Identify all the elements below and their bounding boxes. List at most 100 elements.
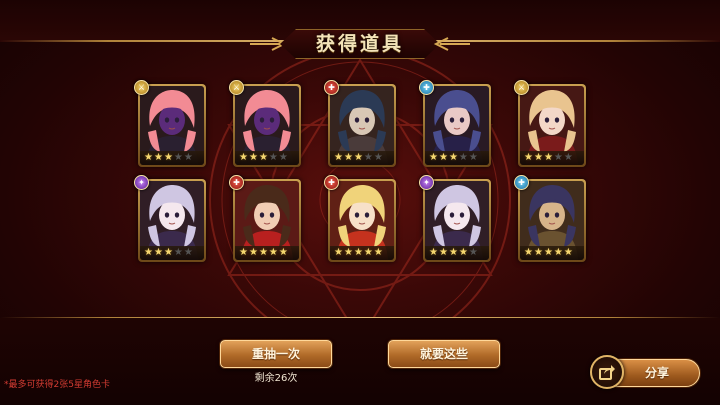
star-icon: ★ — [553, 152, 563, 163]
star-icon: ★ — [524, 152, 533, 163]
keep-button[interactable]: 就要这些 — [388, 340, 500, 368]
star-icon: ★ — [183, 247, 193, 258]
hero-card[interactable]: ★ ★ ★ ★ ★ ✚ — [419, 80, 491, 167]
card-frame: ★ ★ ★ ★ ★ — [425, 181, 489, 260]
hero-card[interactable]: ★ ★ ★ ★ ★ ⚔ — [134, 80, 206, 167]
card-frame: ★ ★ ★ ★ ★ — [235, 181, 299, 260]
star-icon: ★ — [438, 247, 448, 258]
hero-card[interactable]: ★ ★ ★ ★ ★ ✚ — [514, 175, 586, 262]
star-icon: ★ — [343, 247, 353, 258]
star-icon: ★ — [458, 152, 468, 163]
star-icon: ★ — [268, 152, 278, 163]
card-frame: ★ ★ ★ ★ ★ — [520, 181, 584, 260]
star-icon: ★ — [429, 247, 438, 258]
star-icon: ★ — [248, 247, 258, 258]
card-frame: ★ ★ ★ ★ ★ — [330, 181, 394, 260]
hero-card[interactable]: ★ ★ ★ ★ ★ ✚ — [324, 80, 396, 167]
star-icon: ★ — [363, 247, 373, 258]
card-frame: ★ ★ ★ ★ ★ — [520, 86, 584, 165]
share-icon — [590, 355, 624, 389]
star-icon: ★ — [533, 247, 543, 258]
star-icon: ★ — [373, 152, 383, 163]
star-icon: ★ — [144, 152, 153, 163]
star-icon: ★ — [533, 152, 543, 163]
star-icon: ★ — [334, 247, 343, 258]
star-icon: ★ — [353, 247, 363, 258]
star-icon: ★ — [163, 152, 173, 163]
star-icon: ★ — [563, 152, 573, 163]
star-icon: ★ — [268, 247, 278, 258]
star-icon: ★ — [448, 247, 458, 258]
star-icon: ★ — [258, 152, 268, 163]
card-frame: ★ ★ ★ ★ ★ — [330, 86, 394, 165]
hero-card[interactable]: ★ ★ ★ ★ ★ ⚔ — [514, 80, 586, 167]
five-star-note: *最多可获得2张5星角色卡 — [4, 380, 110, 390]
star-icon: ★ — [553, 247, 563, 258]
star-icon: ★ — [334, 152, 343, 163]
card-frame: ★ ★ ★ ★ ★ — [140, 181, 204, 260]
star-rating: ★ ★ ★ ★ ★ — [330, 151, 394, 165]
cross-icon: ✚ — [324, 175, 339, 190]
redraw-button[interactable]: 重抽一次 — [220, 340, 332, 368]
star-icon: ★ — [239, 247, 248, 258]
star-icon: ★ — [144, 247, 153, 258]
star-icon: ★ — [153, 152, 163, 163]
cross-icon: ✚ — [229, 175, 244, 190]
star-rating: ★ ★ ★ ★ ★ — [520, 246, 584, 260]
star-icon: ★ — [524, 247, 533, 258]
star-icon: ★ — [448, 152, 458, 163]
star-icon: ★ — [278, 152, 288, 163]
star-icon: ★ — [248, 152, 258, 163]
star-icon: ★ — [183, 152, 193, 163]
star-rating: ★ ★ ★ ★ ★ — [425, 151, 489, 165]
star-icon: ★ — [438, 152, 448, 163]
star-icon: ★ — [468, 247, 478, 258]
star-icon: ★ — [173, 152, 183, 163]
remaining-count: 剩余26次 — [254, 373, 298, 384]
star-icon: ✦ — [419, 175, 434, 190]
star-icon: ★ — [239, 152, 248, 163]
star-icon: ★ — [373, 247, 383, 258]
card-frame: ★ ★ ★ ★ ★ — [425, 86, 489, 165]
star-rating: ★ ★ ★ ★ ★ — [235, 246, 299, 260]
share-button[interactable]: 分享 — [590, 355, 700, 389]
star-icon: ★ — [153, 247, 163, 258]
star-icon: ★ — [543, 152, 553, 163]
star-icon: ★ — [163, 247, 173, 258]
star-rating: ★ ★ ★ ★ ★ — [140, 246, 204, 260]
star-icon: ★ — [468, 152, 478, 163]
star-icon: ★ — [353, 152, 363, 163]
hero-card[interactable]: ★ ★ ★ ★ ★ ✚ — [229, 175, 301, 262]
result-screen: 获得道具 ★ ★ ★ ★ ★ ⚔ ★ ★ ★ ★ ★ ⚔ ★ ★ ★ ★ ★ ✚ ★ ★ ★ ★ ★ ✚ ★ ★ ★ ★ ★ ⚔ ★ ★ ★ ★ ★… — [0, 0, 720, 405]
title-ornament-right-icon — [433, 37, 470, 51]
star-rating: ★ ★ ★ ★ ★ — [330, 246, 394, 260]
star-rating: ★ ★ ★ ★ ★ — [520, 151, 584, 165]
cross-icon: ✚ — [514, 175, 529, 190]
star-rating: ★ ★ ★ ★ ★ — [425, 246, 489, 260]
cross-icon: ✚ — [324, 80, 339, 95]
sword-icon: ⚔ — [229, 80, 244, 95]
hero-card[interactable]: ★ ★ ★ ★ ★ ⚔ — [229, 80, 301, 167]
star-icon: ★ — [563, 247, 573, 258]
hero-card[interactable]: ★ ★ ★ ★ ★ ✚ — [324, 175, 396, 262]
hero-card[interactable]: ★ ★ ★ ★ ★ ✦ — [134, 175, 206, 262]
sword-icon: ⚔ — [134, 80, 149, 95]
star-icon: ★ — [173, 247, 183, 258]
star-icon: ★ — [278, 247, 288, 258]
star-rating: ★ ★ ★ ★ ★ — [140, 151, 204, 165]
star-icon: ★ — [429, 152, 438, 163]
sword-icon: ⚔ — [514, 80, 529, 95]
star-icon: ★ — [543, 247, 553, 258]
star-icon: ★ — [343, 152, 353, 163]
star-icon: ★ — [363, 152, 373, 163]
card-frame: ★ ★ ★ ★ ★ — [235, 86, 299, 165]
cross-icon: ✚ — [419, 80, 434, 95]
star-icon: ✦ — [134, 175, 149, 190]
card-frame: ★ ★ ★ ★ ★ — [140, 86, 204, 165]
title-banner: 获得道具 — [250, 26, 470, 62]
star-icon: ★ — [458, 247, 468, 258]
hero-card[interactable]: ★ ★ ★ ★ ★ ✦ — [419, 175, 491, 262]
star-icon: ★ — [258, 247, 268, 258]
star-rating: ★ ★ ★ ★ ★ — [235, 151, 299, 165]
page-title: 获得道具 — [315, 33, 404, 55]
